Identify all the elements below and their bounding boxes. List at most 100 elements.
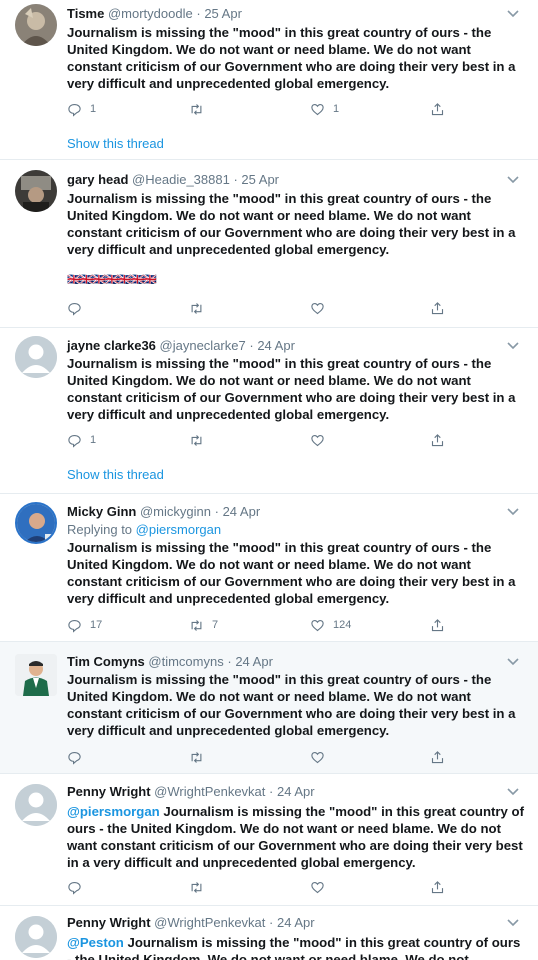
share-button[interactable]: [430, 432, 445, 448]
tweet-date[interactable]: 24 Apr: [277, 915, 315, 930]
avatar[interactable]: [15, 502, 57, 544]
chevron-down-icon[interactable]: [506, 175, 520, 185]
reply-count: 1: [90, 103, 97, 115]
reply-button[interactable]: [67, 879, 82, 895]
like-button[interactable]: 1: [310, 101, 339, 117]
display-name[interactable]: Tisme: [67, 6, 104, 21]
reply-icon: [68, 103, 81, 117]
tweet-header: Micky Ginn @mickyginn · 24 Apr: [67, 504, 260, 520]
like-button[interactable]: 124: [310, 617, 351, 633]
like-button[interactable]: [310, 300, 325, 316]
separator-dot: ·: [196, 6, 201, 21]
tweet-header: Tisme @mortydoodle · 25 Apr: [67, 6, 242, 22]
separator-dot: ·: [269, 784, 274, 799]
tweet-gary-head[interactable]: gary head @Headie_38881 · 25 Apr Journal…: [0, 160, 538, 328]
like-count: 1: [333, 103, 340, 115]
tweet-date[interactable]: 24 Apr: [277, 784, 315, 799]
user-handle[interactable]: @mortydoodle: [108, 6, 193, 21]
share-button[interactable]: [430, 749, 445, 765]
tweet-tim-comyns[interactable]: Tim Comyns @timcomyns · 24 Apr Journalis…: [0, 642, 538, 774]
user-handle[interactable]: @Headie_38881: [132, 172, 230, 187]
heart-icon: [311, 434, 324, 446]
tweet-penny-wright-2[interactable]: Penny Wright @WrightPenkevkat · 24 Apr @…: [0, 906, 538, 960]
retweet-icon: [191, 434, 202, 446]
separator-dot: ·: [269, 915, 274, 930]
user-handle[interactable]: @jayneclarke7: [160, 338, 246, 353]
tweet-header: Tim Comyns @timcomyns · 24 Apr: [67, 654, 273, 670]
reply-icon: [68, 751, 81, 765]
display-name[interactable]: Micky Ginn: [67, 504, 136, 519]
tweet-date[interactable]: 24 Apr: [235, 654, 273, 669]
tweet-date[interactable]: 25 Apr: [204, 6, 242, 21]
tweet-penny-wright-1[interactable]: Penny Wright @WrightPenkevkat · 24 Apr @…: [0, 774, 538, 906]
retweet-button[interactable]: [189, 101, 204, 117]
display-name[interactable]: gary head: [67, 172, 128, 187]
chevron-down-icon[interactable]: [506, 507, 520, 517]
avatar[interactable]: [15, 336, 57, 378]
replying-to-handle[interactable]: @piersmorgan: [136, 522, 221, 537]
reply-button[interactable]: [67, 300, 82, 316]
avatar[interactable]: [15, 654, 57, 696]
like-button[interactable]: [310, 749, 325, 765]
tweet-header: jayne clarke36 @jayneclarke7 · 24 Apr: [67, 338, 295, 354]
reply-button[interactable]: 1: [67, 432, 96, 448]
retweet-icon: [191, 302, 202, 314]
heart-icon: [311, 619, 324, 631]
retweet-icon: [191, 751, 202, 763]
separator-dot: ·: [214, 504, 219, 519]
display-name[interactable]: Tim Comyns: [67, 654, 145, 669]
user-handle[interactable]: @mickyginn: [140, 504, 211, 519]
user-handle[interactable]: @WrightPenkevkat: [154, 784, 265, 799]
like-button[interactable]: [310, 432, 325, 448]
reply-button[interactable]: 17: [67, 617, 102, 633]
tweet-date[interactable]: 24 Apr: [223, 504, 261, 519]
avatar[interactable]: [15, 4, 57, 46]
reply-button[interactable]: [67, 749, 82, 765]
reply-button[interactable]: 1: [67, 101, 96, 117]
share-button[interactable]: [430, 300, 445, 316]
avatar[interactable]: [15, 916, 57, 958]
retweet-button[interactable]: [189, 300, 204, 316]
tweet-text: Journalism is missing the "mood" in this…: [67, 356, 516, 422]
tweet-micky-ginn[interactable]: Micky Ginn @mickyginn · 24 Apr Replying …: [0, 494, 538, 642]
share-button[interactable]: [430, 879, 445, 895]
avatar[interactable]: [15, 784, 57, 826]
reply-count: 1: [90, 434, 97, 446]
tweet-date[interactable]: 25 Apr: [241, 172, 279, 187]
share-icon: [431, 750, 444, 763]
display-name[interactable]: Penny Wright: [67, 915, 151, 930]
display-name[interactable]: jayne clarke36: [67, 338, 156, 353]
reply-icon: [68, 619, 81, 633]
tweet-text: Journalism is missing the "mood" in this…: [67, 540, 516, 606]
reply-icon: [68, 434, 81, 448]
flag-emojis: 🇬🇧🇬🇧🇬🇧🇬🇧🇬🇧🇬🇧🇬🇧: [67, 274, 157, 286]
reply-icon: [68, 302, 81, 316]
retweet-button[interactable]: [189, 879, 204, 895]
user-handle[interactable]: @timcomyns: [148, 654, 223, 669]
tweet-date[interactable]: 24 Apr: [257, 338, 295, 353]
chevron-down-icon[interactable]: [506, 787, 520, 797]
share-icon: [431, 102, 444, 115]
like-button[interactable]: [310, 879, 325, 895]
chevron-down-icon[interactable]: [506, 9, 520, 19]
chevron-down-icon[interactable]: [506, 918, 520, 928]
mention-link[interactable]: @Peston: [67, 935, 124, 950]
display-name[interactable]: Penny Wright: [67, 784, 151, 799]
share-icon: [431, 618, 444, 631]
tweet-header: gary head @Headie_38881 · 25 Apr: [67, 172, 279, 188]
show-thread-link[interactable]: Show this thread: [67, 467, 164, 483]
user-handle[interactable]: @WrightPenkevkat: [154, 915, 265, 930]
tweet-tisme[interactable]: Tisme @mortydoodle · 25 Apr Journalism i…: [0, 0, 538, 160]
avatar[interactable]: [15, 170, 57, 212]
mention-link[interactable]: @piersmorgan: [67, 804, 160, 819]
share-button[interactable]: [430, 617, 445, 633]
retweet-button[interactable]: 7: [189, 617, 218, 633]
chevron-down-icon[interactable]: [506, 657, 520, 667]
chevron-down-icon[interactable]: [506, 341, 520, 351]
retweet-button[interactable]: [189, 749, 204, 765]
share-icon: [431, 433, 444, 446]
show-thread-link[interactable]: Show this thread: [67, 136, 164, 152]
share-button[interactable]: [430, 101, 445, 117]
tweet-jayne-clarke[interactable]: jayne clarke36 @jayneclarke7 · 24 Apr Jo…: [0, 328, 538, 494]
retweet-button[interactable]: [189, 432, 204, 448]
